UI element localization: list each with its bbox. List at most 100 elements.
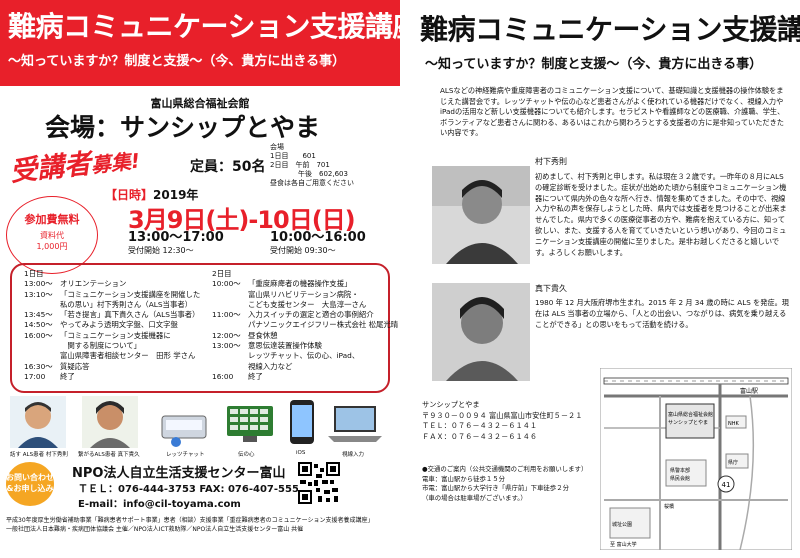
email-link[interactable]: E-mail：info@cil-toyama.com: [78, 495, 241, 510]
access-map: 41 富山駅 富山県総合福祉会館サンシップとやま NHK 県庁 県警本部 県民会…: [600, 368, 792, 550]
program-text: やってみよう透明文字盤、口文字盤: [60, 320, 178, 330]
contact-line: サンシップとやま: [422, 400, 480, 409]
venue-contact: サンシップとやま 〒９３０－００９４ 富山県富山市安住町５－２１ ＴＥＬ：０７６…: [422, 400, 602, 442]
speaker2-portrait: [432, 283, 530, 381]
caption-eyegaze: 視線入力: [342, 452, 365, 458]
program-item: レッツチャット、伝の心、iPad、: [212, 351, 387, 361]
program-time: [212, 320, 248, 330]
program-item: パナソニックエイジフリー株式会社 松尾光晴: [212, 320, 398, 330]
program-time: 17:00: [24, 371, 46, 381]
program-time: [212, 351, 248, 361]
program-item: 13:10～ 「コミュニケーション支援講座を開催した: [24, 290, 214, 300]
program-text: 昼食休憩: [248, 330, 278, 340]
program-item: 10:00～ 「重度麻痺者の機器操作支援」: [212, 279, 387, 289]
fee-free: 参加費無料: [24, 213, 80, 226]
program-day2: 2日目 10:00～ 「重度麻痺者の機器操作支援」 富山県リハビリテーション病院・こ…: [212, 269, 398, 382]
sponsor-note: 平成30年度厚生労働省補助事業「難病患者サポート事業」患者（相談）支援事業「重症…: [6, 516, 396, 534]
program-item: 16:00～ 「コミュニケーション支援機器に: [24, 331, 214, 341]
program-text: パナソニックエイジフリー株式会社 松尾光晴: [248, 320, 399, 330]
map-university: 至 富山大学: [610, 541, 637, 548]
time-day1: 13:00～17:00: [128, 230, 224, 245]
speaker2-photo: [82, 396, 138, 448]
caption-ios: iOS: [296, 450, 306, 456]
program-item: 11:00～ 入力スイッチの選定と適合の事例紹介: [212, 310, 387, 320]
speaker2-name: 真下貴久: [535, 284, 567, 293]
program-item: 私の思い」村下秀則さん（ALS当事者）: [24, 300, 214, 310]
program-time: [212, 300, 248, 310]
tel-fax: ＴＥＬ：076-444-3753 FAX: 076-407-5557: [78, 484, 306, 495]
program-text: 視線入力など: [248, 361, 293, 371]
map-nhk: NHK: [728, 421, 740, 427]
program-text: オリエンテーション: [60, 279, 127, 289]
npo-name: NPO法人自立生活支援センター富山: [72, 466, 286, 481]
program-text: 「コミュニケーション支援機器に: [60, 330, 171, 340]
program-time: 14:50～: [24, 320, 53, 330]
fee-amount: 1,000円: [36, 242, 68, 251]
map-station: 富山駅: [740, 387, 758, 395]
program-time: [24, 351, 60, 361]
caption-letschat: レッツチャット: [166, 452, 205, 458]
program-item: 関する制度について」: [24, 341, 214, 351]
sponsor-note-text: 平成30年度厚生労働省補助事業「難病患者サポート事業」患者（相談）支援事業「重症…: [6, 517, 374, 533]
access-line: 市電：富山駅から大学行き「県庁前」下車徒歩２分: [422, 484, 569, 492]
photo-strip: 話す ALS患者 村下秀則 繋がるALS患者 真下貴久 レッツチャット 伝の心 …: [6, 396, 396, 458]
program-time: [212, 290, 248, 300]
back-title: 難病コミュニケーション支援講座: [420, 13, 800, 46]
route-number: 41: [722, 481, 731, 489]
page-subtitle: ～知っていますか？制度と支援～（今、貴方に出きる事）: [8, 54, 346, 69]
program-time: [212, 362, 248, 372]
program-time: 13:45～: [24, 310, 53, 320]
qr-code: [298, 462, 340, 504]
program-time: 10:00～: [212, 279, 241, 289]
program-day2-title: 2日目: [212, 269, 232, 278]
program-item: 16:00 終了: [212, 372, 387, 382]
recruit-tail: 募集!: [89, 148, 142, 178]
page-title: 難病コミュニケーション支援講座: [8, 10, 400, 43]
program-item: 13:45～ 「若き提言」真下貴久さん（ALS当事者）: [24, 310, 214, 320]
map-hall: 県民会館: [670, 475, 690, 482]
speaker2-bio: 1980 年 12 月大阪府堺市生まれ。2015 年 2 月 34 歳の時に A…: [535, 298, 789, 329]
program-time: 13:10～: [24, 289, 53, 299]
program-text: 「若き提言」真下貴久さん（ALS当事者）: [60, 310, 200, 320]
map-bridge: 桜橋: [664, 503, 674, 510]
speaker1-portrait: [432, 166, 530, 264]
program-text: 私の思い」村下秀則さん（ALS当事者）: [60, 299, 193, 309]
program-day1-title: 1日目: [24, 269, 44, 278]
intro-text: ALSなどの神経難病や重度障害者のコミュニケーション支援について、基礎知識と支援…: [440, 86, 785, 137]
program-text: 「重度麻痺者の機器操作支援」: [248, 279, 352, 289]
map-police: 県警本部: [670, 467, 690, 474]
room-schedule: 会場 1日目 601 2日目 午前 701 午後 602,603 昼食は各自ご用…: [270, 143, 354, 187]
program-text: 富山県リハビリテーション病院・: [248, 289, 359, 299]
program-item: 13:00～ オリエンテーション: [24, 279, 214, 289]
program-item: 17:00 終了: [24, 372, 214, 382]
contact-line: ＴＥＬ：０７６－４３２－６１４１: [422, 421, 538, 430]
program-time: 16:00～: [24, 330, 53, 340]
program-text: 質疑応答: [60, 361, 90, 371]
contact-tag: お問い合わせ&お申し込み: [6, 462, 54, 506]
recruit-main: 受講者: [8, 148, 93, 188]
caption-dennoshin: 伝の心: [238, 452, 255, 458]
access-line: （車の場合は駐車場がございます。）: [422, 493, 527, 502]
program-time: 16:30～: [24, 361, 53, 371]
program-item: 16:30～ 質疑応答: [24, 362, 214, 372]
contact-line: 〒９３０－００９４ 富山県富山市安住町５－２１: [422, 410, 583, 420]
program-item: 13:00～ 意思伝達装置操作体験: [212, 341, 387, 351]
program-time: [24, 341, 60, 351]
program-text: 入力スイッチの選定と適合の事例紹介: [248, 310, 374, 320]
caption-speaker2: 繋がるALS患者 真下貴久: [78, 452, 140, 458]
speaker1-bio: 初めまして、村下秀則と申します。私は現在３２歳です。一昨年の８月にALS の確定…: [535, 172, 787, 257]
program-time: [24, 300, 60, 310]
program-text: レッツチャット、伝の心、iPad、: [248, 351, 360, 361]
map-prefecture: 県庁: [728, 459, 738, 466]
recruit-heading: 受講者募集!: [8, 137, 141, 189]
program-box: 1日目 13:00～ オリエンテーション 13:10～ 「コミュニケーション支援講座を…: [10, 263, 398, 393]
back-subtitle: ～知っていますか？制度と支援～（今、貴方に出きる事）: [425, 57, 763, 72]
flyer-back: 難病コミュニケーション支援講座 ～知っていますか？制度と支援～（今、貴方に出きる…: [400, 0, 800, 558]
access-line: 電車：富山駅から徒歩１５分: [422, 474, 506, 483]
contact-line: ＦＡＸ：０７６－４３２－６１４６: [422, 431, 538, 441]
program-text: 意思伝達装置操作体験: [248, 341, 322, 351]
flyer-front: 難病コミュニケーション支援講座 ～知っていますか？制度と支援～（今、貴方に出きる…: [0, 0, 400, 558]
program-item: 14:50～ やってみよう透明文字盤、口文字盤: [24, 320, 214, 330]
map-castle: 城址公園: [612, 521, 632, 528]
ios-device-photo: [290, 400, 314, 444]
